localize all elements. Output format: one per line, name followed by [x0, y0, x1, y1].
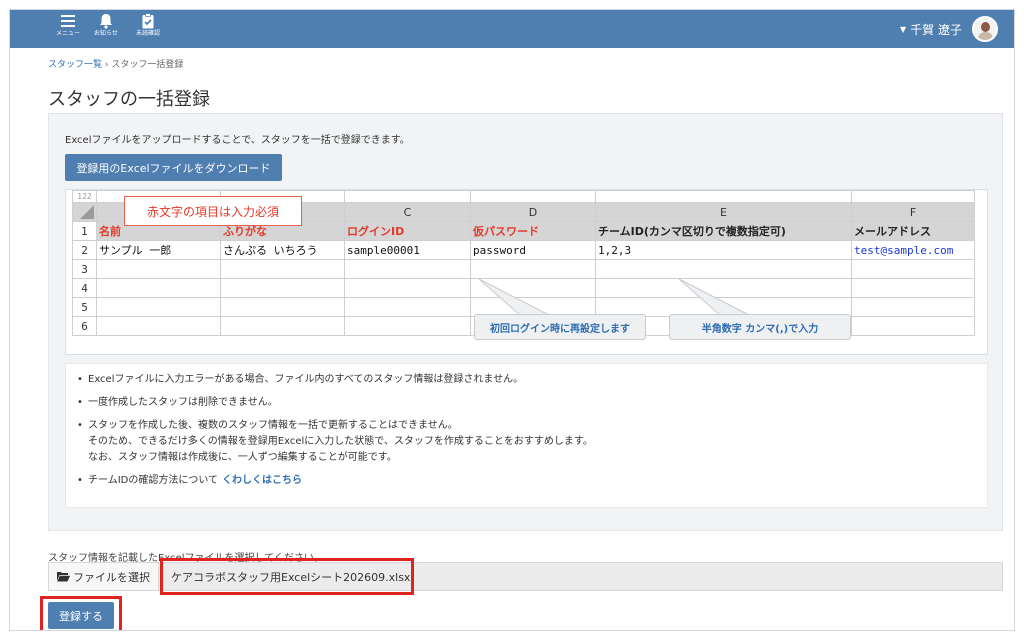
sheet-corner	[72, 202, 97, 222]
choose-file-button[interactable]: ファイルを選択	[49, 563, 159, 590]
menu-button[interactable]: メニュー	[50, 13, 86, 45]
unconfirmed-button[interactable]: 未読確認	[130, 13, 166, 45]
column-letter-d: D	[470, 202, 596, 222]
app-window: メニュー お知らせ 未読確認 ▼ 千賀 遼子 スタッフ一覧 › スタッフ一括登録…	[9, 9, 1015, 631]
note-item: Excelファイルに入力エラーがある場合、ファイル内のすべてのスタッフ情報は登録…	[77, 372, 987, 388]
menu-label: メニュー	[55, 30, 80, 37]
caret-down-icon: ▼	[900, 24, 907, 34]
notice-button[interactable]: お知らせ	[88, 13, 124, 45]
intro-text: Excelファイルをアップロードすることで、スタッフを一括で登録できます。	[65, 135, 410, 146]
top-navigation-bar: メニュー お知らせ 未読確認 ▼ 千賀 遼子	[10, 10, 1014, 48]
instruction-panel: Excelファイルをアップロードすることで、スタッフを一括で登録できます。 登録…	[48, 113, 1003, 531]
column-letter-f: F	[851, 202, 975, 222]
row-number: 2	[72, 240, 97, 260]
note-item: 一度作成したスタッフは削除できません。	[77, 395, 987, 411]
excel-sample-image: 122 C D E F 1 名前 ふりがな ログインID 仮パスワード チームI…	[65, 189, 988, 355]
row-number: 5	[72, 297, 97, 317]
note-item: チームIDの確認方法についてくわしくはこちら	[77, 473, 987, 489]
unconfirmed-label: 未読確認	[135, 30, 160, 37]
example-team-id: 1,2,3	[595, 240, 852, 260]
breadcrumb-current: スタッフ一括登録	[111, 60, 184, 70]
example-login-id: sample00001	[344, 240, 471, 260]
user-name: 千賀 遼子	[910, 22, 962, 37]
example-name: サンプル 一郎	[96, 240, 221, 260]
avatar	[972, 16, 998, 42]
row-number: 3	[72, 259, 97, 279]
column-letter-c: C	[344, 202, 471, 222]
breadcrumb-staff-list[interactable]: スタッフ一覧	[48, 60, 102, 70]
bell-icon	[100, 14, 112, 29]
user-menu[interactable]: ▼ 千賀 遼子	[900, 15, 998, 43]
header-temp-password: 仮パスワード	[470, 221, 596, 241]
row-number: 4	[72, 278, 97, 298]
cut-row-number: 122	[72, 190, 97, 203]
example-email: test@sample.com	[851, 240, 975, 260]
note-item: スタッフを作成した後、複数のスタッフ情報を一括で更新することはできません。 その…	[77, 418, 987, 466]
team-id-help-link[interactable]: くわしくはこちら	[222, 475, 302, 486]
header-email: メールアドレス	[851, 221, 975, 241]
team-id-callout: 半角数字 カンマ(,)で入力	[669, 314, 851, 340]
header-login-id: ログインID	[344, 221, 471, 241]
password-callout: 初回ログイン時に再設定します	[474, 314, 646, 340]
hamburger-icon	[61, 15, 75, 27]
folder-open-icon	[57, 572, 70, 582]
notes-box: Excelファイルに入力エラーがある場合、ファイル内のすべてのスタッフ情報は登録…	[65, 363, 988, 508]
row-number: 6	[72, 316, 97, 336]
page-title: スタッフの一括登録	[48, 89, 210, 110]
header-team-id: チームID(カンマ区切りで複数指定可)	[595, 221, 852, 241]
row-number: 1	[72, 221, 97, 241]
clipboard-check-icon	[142, 13, 154, 29]
register-button-highlight	[40, 596, 122, 630]
column-letter-e: E	[595, 202, 852, 222]
breadcrumb-separator: ›	[104, 60, 109, 70]
example-kana: さんぷる いちろう	[220, 240, 345, 260]
file-name-highlight	[160, 558, 414, 595]
download-excel-button[interactable]: 登録用のExcelファイルをダウンロード	[65, 154, 282, 181]
notice-label: お知らせ	[94, 30, 118, 37]
required-fields-callout: 赤文字の項目は入力必須	[124, 196, 302, 226]
example-password: password	[470, 240, 596, 260]
breadcrumb: スタッフ一覧 › スタッフ一括登録	[48, 57, 183, 70]
